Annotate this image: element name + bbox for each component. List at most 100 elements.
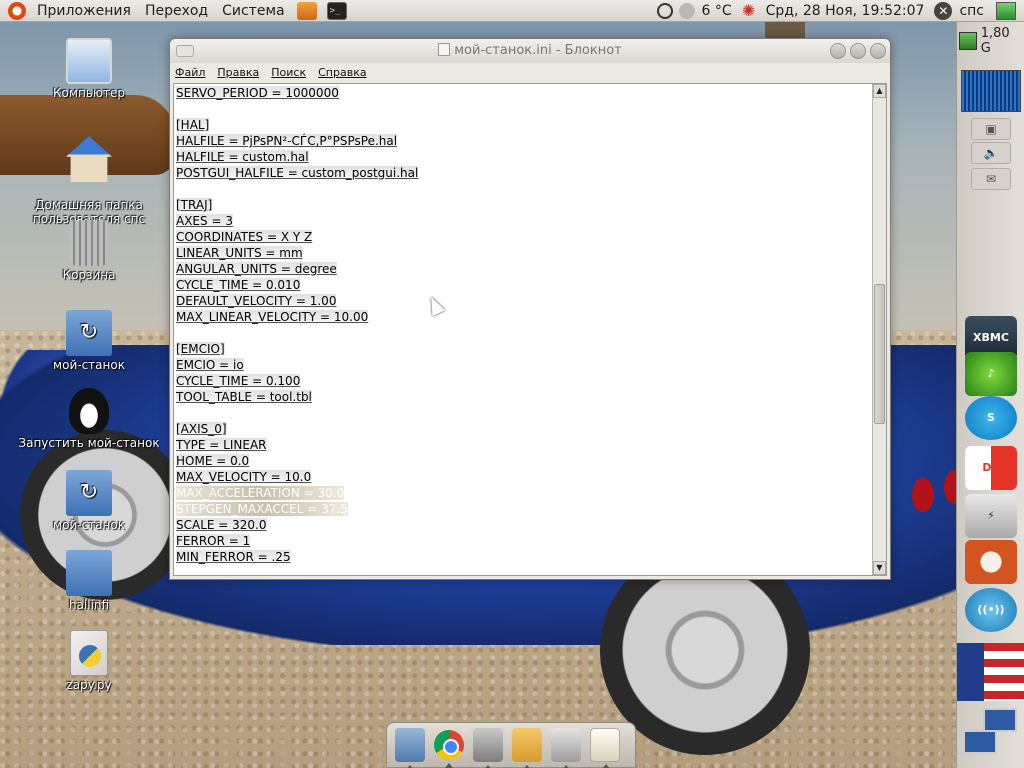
text-line[interactable]: [AXIS_0] (176, 421, 874, 437)
text-line[interactable]: MAX_ACCELERATION = 30.0 (176, 485, 874, 501)
desktop-icon-label: Корзина (62, 268, 116, 282)
menu-places[interactable]: Переход (138, 0, 215, 22)
text-line[interactable] (176, 325, 874, 341)
weather-temperature[interactable]: 6 °C (701, 3, 731, 19)
text-line[interactable]: HOME = 0.0 (176, 453, 874, 469)
text-line[interactable]: HALFILE = PjPsPN²-CЃC,P°PSPsPe.hal (176, 133, 874, 149)
text-line[interactable]: [TRAJ] (176, 197, 874, 213)
toolbox-icon[interactable] (296, 1, 317, 20)
update-notifier-icon[interactable]: ✺ (740, 2, 758, 20)
menu-file[interactable]: Файл (175, 66, 205, 79)
terminal-link-icon[interactable]: ⚡ (965, 494, 1017, 538)
minimize-button[interactable] (830, 43, 846, 59)
network-monitor-icon[interactable]: ♪ (965, 352, 1017, 396)
desktop-icon-folder[interactable]: hallinfi (14, 550, 164, 612)
desktop-icon-computer[interactable]: Компьютер (14, 38, 164, 100)
show-desktop-icon[interactable] (996, 2, 1016, 20)
keyboard-layout-flag-icon[interactable] (957, 643, 1024, 701)
text-line[interactable]: POSTGUI_HALFILE = custom_postgui.hal (176, 165, 874, 181)
network-computers-icon[interactable] (961, 706, 1021, 762)
text-line[interactable]: [EMCIO] (176, 341, 874, 357)
maximize-button[interactable] (850, 43, 866, 59)
trash-icon (69, 220, 109, 266)
text-line[interactable] (176, 405, 874, 421)
ubuntu-logo-icon[interactable] (8, 1, 26, 20)
text-line[interactable]: FERROR = 1 (176, 533, 874, 549)
text-line[interactable] (176, 101, 874, 117)
desktop-icon-trash[interactable]: Корзина (14, 220, 164, 282)
menu-applications[interactable]: Приложения (30, 0, 138, 22)
text-line[interactable]: HALFILE = custom.hal (176, 149, 874, 165)
text-line[interactable]: TOOL_TABLE = tool.tbl (176, 389, 874, 405)
clock[interactable]: Срд, 28 Ноя, 19:52:07 (766, 3, 925, 19)
menu-search[interactable]: Поиск (271, 66, 306, 79)
notes-icon[interactable] (590, 728, 620, 768)
text-line[interactable]: MAX_LINEAR_VELOCITY = 10.00 (176, 309, 874, 325)
scrollbar-thumb[interactable] (874, 284, 885, 424)
text-content[interactable]: SERVO_PERIOD = 1000000 [HAL] HALFILE = PjP… (174, 84, 874, 575)
chrome-icon[interactable] (434, 730, 464, 768)
text-line[interactable]: ANGULAR_UNITS = degree (176, 261, 874, 277)
text-line-content: CYCLE_TIME = 0.100 (176, 374, 301, 388)
text-line[interactable]: MIN_FERROR = .25 (176, 549, 874, 565)
desktop-icon-launch-linuxcnc[interactable]: Запустить мой-станок (14, 388, 164, 450)
window-menubar: Файл Правка Поиск Справка (170, 63, 890, 81)
text-line[interactable]: COORDINATES = X Y Z (176, 229, 874, 245)
text-line-content: MAX_ACCELERATION = 30.0 (176, 486, 345, 500)
text-line[interactable]: SERVO_PERIOD = 1000000 (176, 85, 874, 101)
computer-screen-shape (983, 708, 1017, 732)
notepad-window[interactable]: мой-станок.ini - Блокнот Файл Правка Пои… (169, 38, 891, 580)
window-menu-button[interactable] (176, 45, 194, 57)
panel-settings-icon[interactable] (395, 728, 425, 768)
menu-help[interactable]: Справка (318, 66, 366, 79)
text-line-content: COORDINATES = X Y Z (176, 230, 313, 244)
text-line-content: SERVO_PERIOD = 1000000 (176, 86, 339, 100)
skype-icon[interactable]: S (965, 396, 1017, 440)
desktop-icon-python-file[interactable]: zapy.py (14, 630, 164, 692)
file-cabinet-icon[interactable] (551, 728, 581, 768)
network-manager-icon[interactable]: ▣ (971, 118, 1011, 140)
search-icon[interactable] (657, 3, 674, 19)
computer-icon (66, 38, 112, 84)
double-commander-icon[interactable]: DC (965, 446, 1017, 490)
terminal-icon[interactable]: >_ (326, 1, 347, 20)
text-line[interactable]: TYPE = LINEAR (176, 437, 874, 453)
close-button[interactable] (870, 43, 886, 59)
text-line-content: DEFAULT_VELOCITY = 1.00 (176, 294, 337, 308)
desktop-icon-folder[interactable]: ↻ мой-станок (14, 470, 164, 532)
text-line-content: POSTGUI_HALFILE = custom_postgui.hal (176, 166, 419, 180)
session-icon[interactable]: ✕ (934, 2, 953, 20)
text-line[interactable]: [HAL] (176, 117, 874, 133)
scroll-down-icon[interactable]: ▼ (873, 561, 886, 575)
text-line[interactable]: SCALE = 320.0 (176, 517, 874, 533)
text-editor[interactable]: SERVO_PERIOD = 1000000 [HAL] HALFILE = PjP… (173, 83, 887, 576)
text-line[interactable]: MAX_VELOCITY = 10.0 (176, 469, 874, 485)
text-line[interactable]: CYCLE_TIME = 0.100 (176, 373, 874, 389)
scroll-up-icon[interactable]: ▲ (873, 84, 886, 98)
text-line[interactable] (176, 181, 874, 197)
window-titlebar[interactable]: мой-станок.ini - Блокнот (170, 39, 890, 63)
username[interactable]: спс (959, 3, 984, 19)
volume-icon[interactable]: 🔈 (971, 142, 1011, 164)
text-line[interactable]: EMCIO = io (176, 357, 874, 373)
weather-icon[interactable] (679, 3, 696, 19)
desktop-icon-folder[interactable]: ↻ мой-станок (14, 310, 164, 372)
system-tools-icon[interactable] (473, 728, 503, 768)
wireless-icon[interactable]: ((•)) (965, 588, 1017, 632)
text-line[interactable]: DEFAULT_VELOCITY = 1.00 (176, 293, 874, 309)
home-upload-icon[interactable] (512, 728, 542, 768)
menu-system[interactable]: Система (215, 0, 291, 22)
mail-icon[interactable]: ✉ (971, 168, 1011, 190)
text-line-content: HALFILE = PjPsPN²-CЃC,P°PSPsPe.hal (176, 134, 398, 148)
text-line[interactable]: AXES = 3 (176, 213, 874, 229)
text-line[interactable]: CYCLE_TIME = 0.010 (176, 277, 874, 293)
text-line-content: MAX_VELOCITY = 10.0 (176, 470, 312, 484)
system-monitor-graph[interactable] (961, 70, 1021, 112)
text-line-content: LINEAR_UNITS = mm (176, 246, 303, 260)
cpu-freq-indicator[interactable]: 1,80 G (959, 26, 1023, 56)
text-line[interactable]: LINEAR_UNITS = mm (176, 245, 874, 261)
rednotebook-icon[interactable] (965, 540, 1017, 584)
vertical-scrollbar[interactable]: ▲ ▼ (872, 84, 886, 575)
menu-edit[interactable]: Правка (217, 66, 259, 79)
text-line[interactable]: STEPGEN_MAXACCEL = 37.5 (176, 501, 874, 517)
